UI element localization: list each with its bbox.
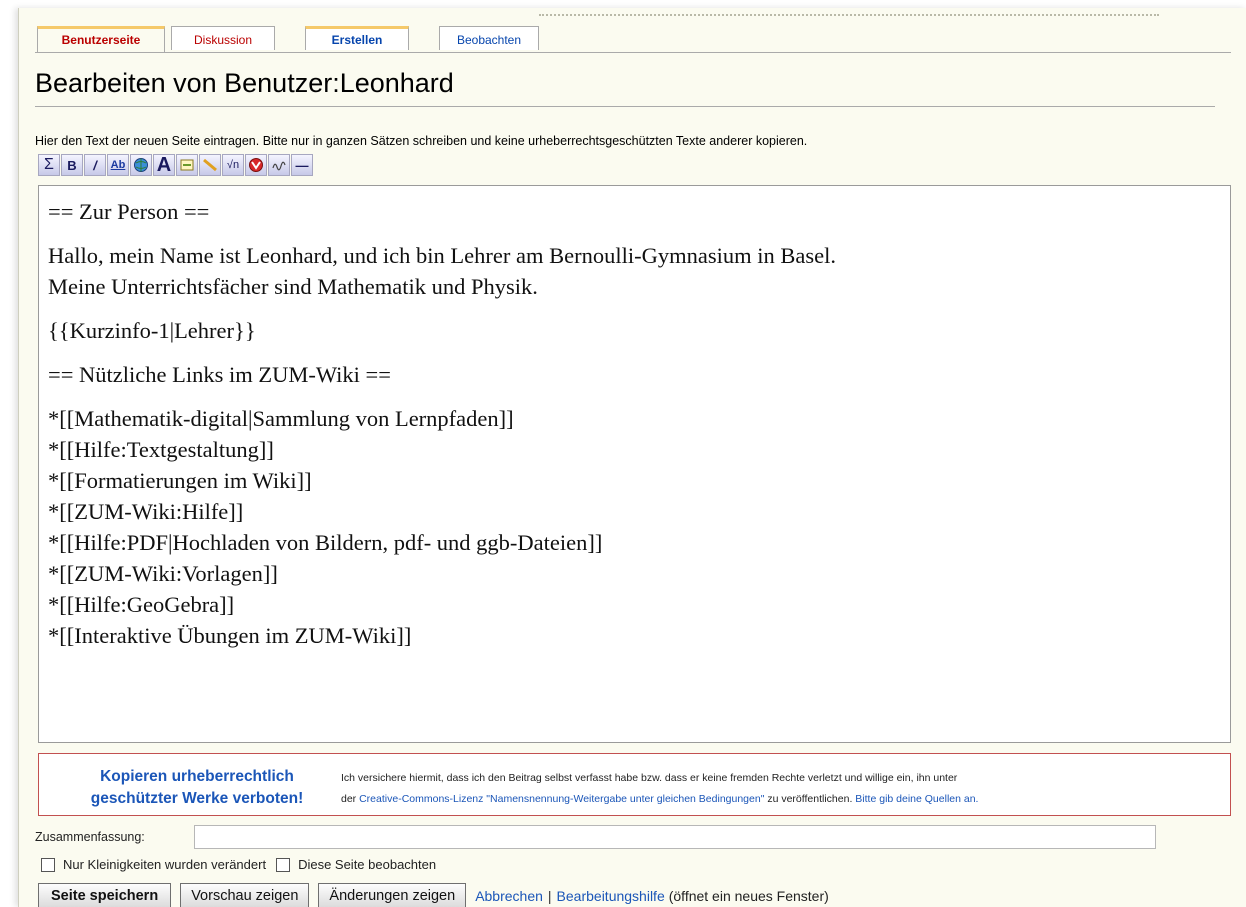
sigma-icon[interactable]: Σ (38, 154, 60, 176)
wikitext-editor[interactable]: == Zur Person == Hallo, mein Name ist Le… (38, 185, 1231, 743)
tab-beobachten[interactable]: Beobachten (439, 26, 539, 50)
show-changes-button[interactable]: Änderungen zeigen (318, 883, 467, 907)
edit-hint: Hier den Text der neuen Seite eintragen.… (35, 134, 808, 148)
title-divider (35, 106, 1215, 107)
editor-line: *[[Interaktive Übungen im ZUM-Wiki]] (48, 623, 412, 648)
internal-link-icon[interactable]: Ab (107, 154, 129, 176)
editor-line: *[[Hilfe:PDF|Hochladen von Bildern, pdf-… (48, 530, 603, 555)
preview-button[interactable]: Vorschau zeigen (180, 883, 310, 907)
copyright-title-line: Kopieren urheberrechtlich (100, 768, 294, 785)
editor-line: {{Kurzinfo-1|Lehrer}} (48, 318, 256, 343)
tab-erstellen[interactable]: Erstellen (305, 26, 409, 50)
copyright-warning: Kopieren urheberrechtlich geschützter We… (38, 753, 1231, 816)
italic-icon[interactable]: / (84, 154, 106, 176)
editor-line: *[[Mathematik-digital|Sammlung von Lernp… (48, 406, 514, 431)
nowiki-icon[interactable] (245, 154, 267, 176)
image-icon[interactable] (176, 154, 198, 176)
watch-page-label: Diese Seite beobachten (298, 857, 437, 872)
edit-toolbar: Σ B / Ab A √n — (38, 154, 313, 182)
sources-link[interactable]: Bitte gib deine Quellen an. (855, 793, 978, 805)
tab-benutzerseite[interactable]: Benutzerseite (37, 26, 165, 52)
editor-line: *[[Hilfe:Textgestaltung]] (48, 437, 274, 462)
license-link[interactable]: Creative-Commons-Lizenz "Namensnennung-W… (359, 793, 764, 805)
watch-page-checkbox[interactable] (276, 857, 291, 872)
summary-input[interactable] (194, 825, 1156, 849)
copyright-warning-title: Kopieren urheberrechtlich geschützter We… (57, 766, 337, 810)
cancel-link[interactable]: Abbrechen (475, 888, 543, 904)
editor-line: *[[ZUM-Wiki:Hilfe]] (48, 499, 244, 524)
copyright-text-line: der Creative-Commons-Lizenz "Namensnennu… (341, 789, 1221, 810)
math-icon[interactable]: √n (222, 154, 244, 176)
summary-label: Zusammenfassung: (35, 830, 145, 844)
save-button[interactable]: Seite speichern (38, 883, 172, 907)
editor-line: == Zur Person == (48, 199, 210, 224)
media-icon[interactable] (199, 154, 221, 176)
copyright-warning-text: Ich versichere hiermit, dass ich den Bei… (341, 768, 1221, 810)
copyright-text-prefix: der (341, 793, 360, 805)
wiki-edit-window: Benutzerseite Diskussion Erstellen Beoba… (18, 8, 1246, 907)
editor-line: Hallo, mein Name ist Leonhard, und ich b… (48, 243, 836, 268)
decorative-top-line (539, 14, 1159, 19)
page-title: Bearbeiten von Benutzer:Leonhard (35, 68, 454, 98)
copyright-title-line: geschützter Werke verboten! (90, 790, 304, 807)
globe-link-icon[interactable] (130, 154, 152, 176)
horizontal-line-icon[interactable]: — (291, 154, 313, 176)
minor-edit-label: Nur Kleinigkeiten wurden verändert (63, 857, 267, 872)
headline-icon[interactable]: A (153, 154, 175, 176)
copyright-text-line: Ich versichere hiermit, dass ich den Bei… (341, 772, 958, 784)
editor-line: == Nützliche Links im ZUM-Wiki == (48, 362, 391, 387)
editor-line: *[[Formatierungen im Wiki]] (48, 468, 312, 493)
action-row: Seite speichern Vorschau zeigen Änderung… (38, 883, 829, 907)
signature-icon[interactable] (268, 154, 290, 176)
editor-line: *[[Hilfe:GeoGebra]] (48, 592, 235, 617)
edit-help-link[interactable]: Bearbeitungshilfe (557, 888, 665, 904)
tab-diskussion[interactable]: Diskussion (171, 26, 275, 50)
editor-line: *[[ZUM-Wiki:Vorlagen]] (48, 561, 278, 586)
bold-icon[interactable]: B (61, 154, 83, 176)
copyright-text-mid: zu veröffentlichen. (764, 793, 856, 805)
minor-edit-checkbox[interactable] (41, 857, 55, 872)
help-link-note: (öffnet ein neues Fenster) (668, 887, 829, 904)
link-separator: | (547, 887, 552, 904)
editor-line: Meine Unterrichtsfächer sind Mathematik … (48, 274, 538, 299)
edit-options: Nur Kleinigkeiten wurden verändert Diese… (41, 857, 446, 872)
